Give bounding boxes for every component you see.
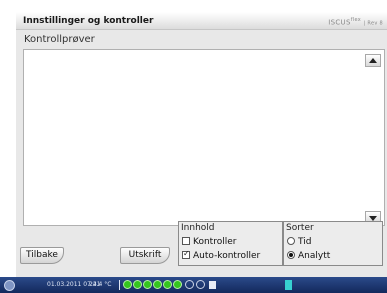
brand-revision: | Rev 8	[363, 20, 383, 27]
checkbox-checked[interactable]: ✓	[182, 249, 190, 259]
brand-name: ISCUS	[328, 18, 351, 27]
status-bar: 01.03.2011 07:21 24.4 °C	[0, 277, 387, 293]
status-temperature: 24.4 °C	[89, 281, 112, 288]
green-smiley-icon	[143, 280, 152, 289]
radio-analytt[interactable]: Analytt	[287, 251, 330, 261]
green-smiley-icon	[163, 280, 172, 289]
checkbox-kontroller-label: Kontroller	[193, 237, 237, 247]
sort-group-title: Sorter	[286, 223, 314, 233]
logo-icon	[4, 280, 15, 291]
content-group: Innhold Kontroller ✓ Auto-kontroller	[178, 221, 283, 266]
checkmark-icon: ✓	[183, 249, 190, 258]
green-smiley-icon	[153, 280, 162, 289]
radio-tid-label: Tid	[298, 237, 312, 247]
content-group-title: Innhold	[181, 223, 215, 233]
checkbox-auto-kontroller-label: Auto-kontroller	[193, 251, 261, 261]
document-icon	[209, 281, 216, 289]
brand-logo: ISCUSflex | Rev 8	[328, 17, 383, 26]
green-smiley-icon	[123, 280, 132, 289]
green-smiley-icon	[133, 280, 142, 289]
ring-icon	[185, 280, 194, 289]
back-button[interactable]: Tilbake	[20, 247, 64, 264]
triangle-up-icon	[369, 58, 377, 63]
checkbox-unchecked[interactable]	[182, 237, 190, 245]
window-title: Innstillinger og kontroller	[23, 16, 154, 26]
radio-tid[interactable]: Tid	[287, 237, 311, 247]
green-smiley-icon	[173, 280, 182, 289]
page-subtitle: Kontrollprøver	[24, 34, 95, 45]
radio-analytt-label: Analytt	[298, 251, 331, 261]
scroll-up-button[interactable]	[365, 54, 381, 67]
brand-superscript: flex	[350, 17, 362, 23]
radio-selected[interactable]	[287, 251, 295, 259]
vertical-scrollbar[interactable]	[365, 54, 381, 224]
flag-icon	[285, 280, 292, 290]
radio-unselected[interactable]	[287, 237, 295, 245]
checkbox-auto-kontroller[interactable]: ✓ Auto-kontroller	[182, 249, 261, 261]
print-button[interactable]: Utskrift	[120, 247, 170, 264]
checkbox-kontroller[interactable]: Kontroller	[182, 237, 236, 247]
control-samples-list[interactable]	[23, 49, 385, 226]
title-bar: Innstillinger og kontroller ISCUSflex | …	[16, 12, 387, 30]
settings-window: Innstillinger og kontroller ISCUSflex | …	[16, 12, 387, 277]
status-separator	[119, 280, 120, 290]
ring-icon	[196, 280, 205, 289]
sort-group: Sorter Tid Analytt	[283, 221, 383, 266]
